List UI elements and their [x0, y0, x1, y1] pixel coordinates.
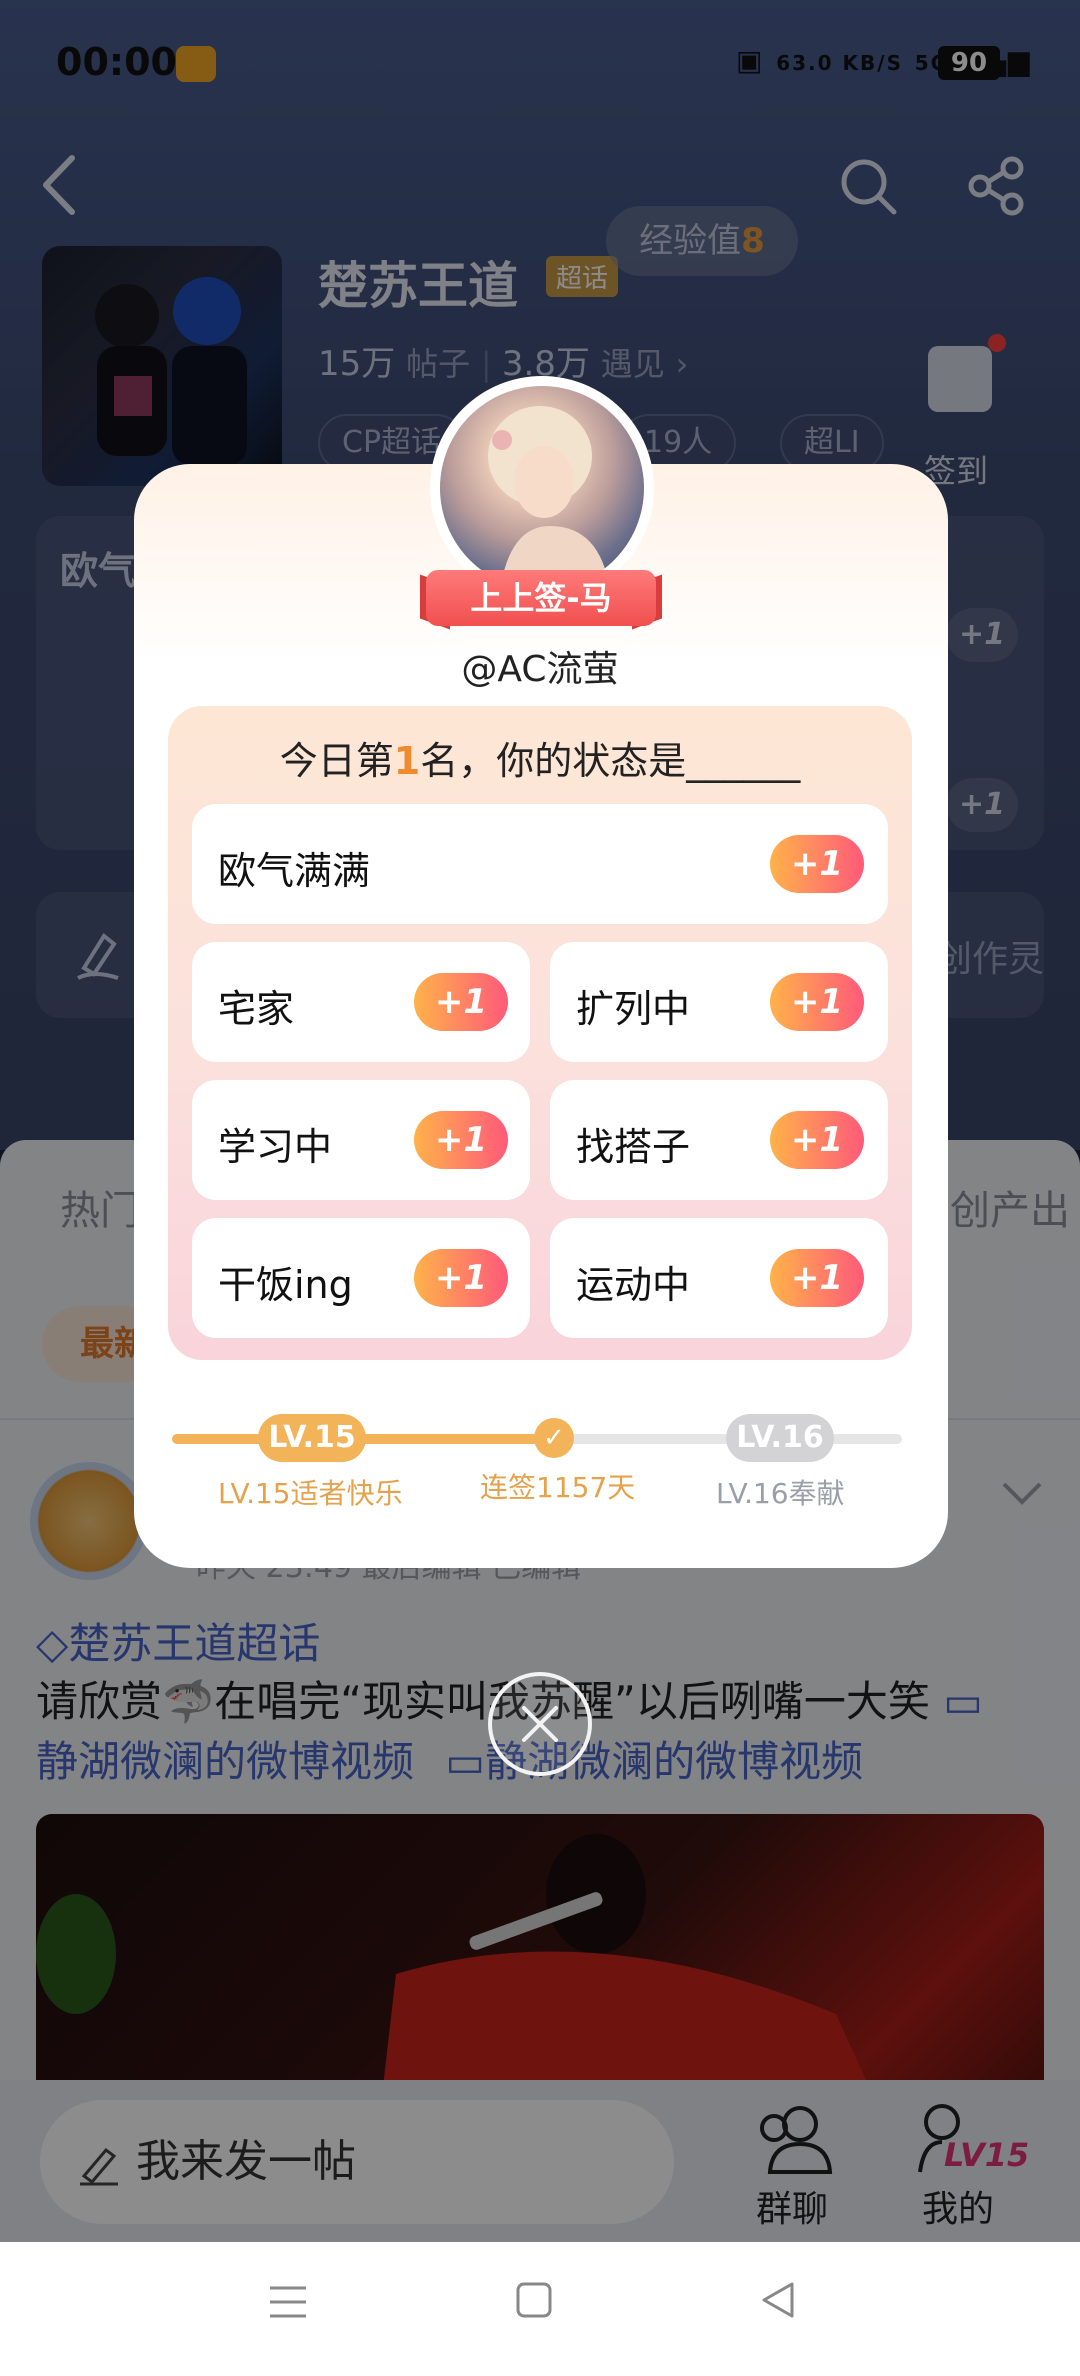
option-label: 找搭子	[576, 1125, 691, 1169]
checkmark-icon: ✓	[534, 1418, 574, 1458]
modal-username: @AC流萤	[461, 649, 619, 690]
plus-one-button[interactable]: +1	[414, 973, 508, 1031]
plus-one-button[interactable]: +1	[770, 973, 864, 1031]
status-option-make-friends[interactable]: 扩列中 +1	[550, 942, 888, 1062]
status-option-find-partner[interactable]: 找搭子 +1	[550, 1080, 888, 1200]
close-icon	[522, 1706, 558, 1742]
streak-label: 连签1157天	[480, 1471, 636, 1504]
option-label: 学习中	[218, 1125, 333, 1169]
option-label: 扩列中	[576, 987, 691, 1031]
user-avatar	[440, 386, 644, 590]
status-option-exercising[interactable]: 运动中 +1	[550, 1218, 888, 1338]
option-label: 干饭ing	[218, 1263, 353, 1307]
level-current-label: LV.15适者快乐	[218, 1477, 403, 1510]
level-current-badge: LV.15	[258, 1414, 366, 1462]
plus-one-button[interactable]: +1	[414, 1111, 508, 1169]
status-question: 今日第1名，你的状态是______	[279, 739, 801, 783]
status-option-studying[interactable]: 学习中 +1	[192, 1080, 530, 1200]
level-next-label: LV.16奉献	[716, 1477, 845, 1510]
rank-number: 1	[393, 739, 421, 783]
option-label: 运动中	[576, 1263, 691, 1307]
status-option-lucky[interactable]: 欧气满满 +1	[192, 804, 888, 924]
option-label: 宅家	[218, 987, 295, 1031]
home-square-icon[interactable]	[514, 2280, 554, 2320]
menu-icon[interactable]	[266, 2282, 310, 2322]
status-option-eating[interactable]: 干饭ing +1	[192, 1218, 530, 1338]
fortune-ribbon: 上上签-马	[426, 570, 656, 626]
system-navigation-bar	[0, 2242, 1080, 2376]
plus-one-button[interactable]: +1	[770, 1249, 864, 1307]
option-label: 欧气满满	[218, 849, 371, 893]
back-triangle-icon[interactable]	[756, 2278, 800, 2322]
plus-one-button[interactable]: +1	[414, 1249, 508, 1307]
close-modal-button[interactable]	[488, 1672, 592, 1776]
level-next-badge: LV.16	[726, 1414, 834, 1462]
plus-one-button[interactable]: +1	[770, 1111, 864, 1169]
plus-one-button[interactable]: +1	[770, 835, 864, 893]
status-option-home[interactable]: 宅家 +1	[192, 942, 530, 1062]
